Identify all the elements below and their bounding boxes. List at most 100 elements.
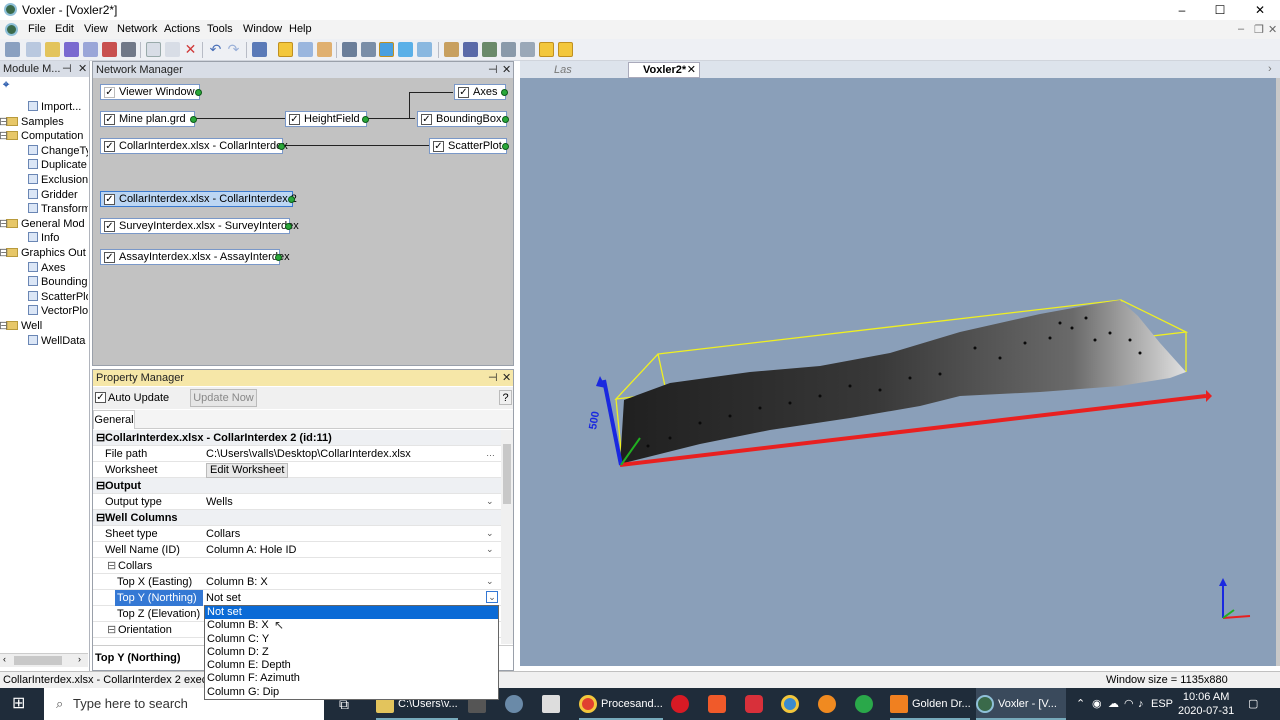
taskbar-voxler[interactable]: Voxler - [V...: [976, 688, 1066, 720]
tree-item[interactable]: Gridder: [0, 188, 88, 203]
menu-view[interactable]: View: [84, 23, 108, 35]
node-axes[interactable]: ✓ Axes: [454, 84, 508, 100]
mdi-close-icon[interactable]: ✕: [1268, 23, 1277, 36]
opera-icon[interactable]: [671, 688, 691, 720]
expand-icon[interactable]: ⊟: [0, 217, 8, 232]
node-assayinterdex[interactable]: ✓ AssayInterdex.xlsx - AssayInterdex: [100, 249, 290, 265]
dropdown-option[interactable]: Column C: Y: [205, 633, 498, 646]
view-side-icon[interactable]: [417, 42, 432, 57]
highlight-icon[interactable]: [539, 42, 554, 57]
mdi-restore-icon[interactable]: ❐: [1254, 23, 1264, 36]
tray-chevron-icon[interactable]: ⌃: [1076, 688, 1088, 720]
clock[interactable]: 10:06 AM 2020-07-31: [1178, 688, 1234, 720]
tray-app-icon[interactable]: ◉: [1092, 688, 1106, 720]
top-x-select[interactable]: Column B: X: [206, 574, 268, 590]
undo-icon[interactable]: ↶: [208, 42, 223, 57]
sheet-type-select[interactable]: Collars: [206, 526, 240, 542]
view-top-icon[interactable]: [379, 42, 394, 57]
taskbar-chrome[interactable]: Procesand...: [579, 688, 663, 720]
minimize-button[interactable]: –: [1162, 0, 1202, 20]
tree-item[interactable]: Axes: [0, 261, 88, 276]
tree-item[interactable]: VectorPlot: [0, 304, 88, 319]
scroll-right-icon[interactable]: ›: [78, 654, 81, 664]
node-surveyinterdex[interactable]: ✓ SurveyInterdex.xlsx - SurveyInterdex: [100, 218, 299, 234]
top-y-dropdown-list[interactable]: Not set Column B: X Column C: Y Column D…: [204, 605, 499, 700]
close-button[interactable]: ✕: [1240, 0, 1280, 20]
new-icon[interactable]: [26, 42, 41, 57]
panel-close-icon[interactable]: ✕: [78, 61, 87, 77]
tree-item[interactable]: Import...: [0, 100, 88, 115]
node-port-icon[interactable]: [502, 143, 509, 150]
save-icon[interactable]: [64, 42, 79, 57]
pin-icon[interactable]: ⊣: [488, 62, 498, 78]
info-tool-icon[interactable]: [558, 42, 573, 57]
tree-item[interactable]: WellData: [0, 334, 88, 349]
node-checkbox[interactable]: ✓: [104, 221, 115, 232]
rotate-icon[interactable]: [278, 42, 293, 57]
print-icon[interactable]: [121, 42, 136, 57]
photos-icon[interactable]: [542, 688, 562, 720]
dropdown-option[interactable]: Column B: X: [205, 619, 498, 632]
top-y-select[interactable]: Not set: [206, 590, 241, 606]
start-windows-icon[interactable]: ⊞: [12, 688, 32, 720]
delete-icon[interactable]: ✕: [183, 42, 198, 57]
tab-general[interactable]: General: [93, 410, 135, 429]
dropdown-option[interactable]: Not set: [205, 606, 498, 620]
node-port-icon[interactable]: [288, 196, 295, 203]
mdi-minimize-icon[interactable]: –: [1238, 23, 1244, 35]
node-scatterplot[interactable]: ✓ ScatterPlot: [429, 138, 509, 154]
node-mine-plan[interactable]: ✓ Mine plan.grd: [100, 111, 197, 127]
menu-help[interactable]: Help: [289, 23, 312, 35]
menu-tools[interactable]: Tools: [207, 23, 233, 35]
open-icon[interactable]: [45, 42, 60, 57]
expand-icon[interactable]: ⊟: [0, 115, 8, 130]
tree-item[interactable]: ⊟ Graphics Out: [0, 246, 88, 261]
chrome-beta-icon[interactable]: [781, 688, 801, 720]
pan-icon[interactable]: [317, 42, 332, 57]
dropdown-option[interactable]: Column D: Z: [205, 646, 498, 659]
fit-view-icon[interactable]: [342, 42, 357, 57]
tab-scroll-icon[interactable]: ›: [1268, 63, 1272, 75]
dropdown-option[interactable]: Column F: Azimuth: [205, 672, 498, 685]
tree-item[interactable]: ⊟ General Mod: [0, 217, 88, 232]
expand-icon[interactable]: ⊟: [0, 129, 8, 144]
node-checkbox[interactable]: ✓: [433, 141, 444, 152]
tree-item[interactable]: Transform: [0, 202, 88, 217]
tree-item[interactable]: ChangeTy: [0, 144, 88, 159]
module-icon[interactable]: [444, 42, 459, 57]
tree-item[interactable]: ScatterPlo: [0, 290, 88, 305]
settings-app-icon[interactable]: [505, 688, 525, 720]
pin-icon[interactable]: ⊣: [488, 370, 498, 386]
app-green-icon[interactable]: [855, 688, 875, 720]
output-type-select[interactable]: Wells: [206, 494, 233, 510]
dropdown-option[interactable]: Column G: Dip: [205, 686, 498, 699]
wifi-icon[interactable]: ◠: [1124, 688, 1138, 720]
chevron-down-icon[interactable]: ⌄: [486, 545, 495, 554]
node-port-icon[interactable]: [362, 116, 369, 123]
add-module-icon[interactable]: ⌖: [3, 79, 9, 92]
node-checkbox[interactable]: ✓: [104, 252, 115, 263]
node-port-icon[interactable]: [501, 89, 508, 96]
module-horizontal-scrollbar[interactable]: ‹ ›: [0, 653, 88, 667]
capture-icon[interactable]: [482, 42, 497, 57]
node-checkbox[interactable]: ✓: [104, 114, 115, 125]
node-port-icon[interactable]: [190, 116, 197, 123]
brave-icon[interactable]: [708, 688, 728, 720]
file-path-value[interactable]: C:\Users\valls\Desktop\CollarInterdex.xl…: [206, 446, 411, 462]
tree-item[interactable]: ⊟ Computation: [0, 129, 88, 144]
export-icon[interactable]: [102, 42, 117, 57]
browse-icon[interactable]: …: [486, 449, 495, 458]
network-icon[interactable]: [463, 42, 478, 57]
expand-icon[interactable]: ⊟: [0, 319, 8, 334]
cloud-icon[interactable]: ☁: [1108, 688, 1122, 720]
save-as-icon[interactable]: [83, 42, 98, 57]
edit-worksheet-button[interactable]: Edit Worksheet: [206, 463, 289, 478]
maximize-button[interactable]: ☐: [1200, 0, 1240, 20]
node-checkbox[interactable]: ✓: [104, 194, 115, 205]
node-checkbox[interactable]: ✓: [289, 114, 300, 125]
node-boundingbox[interactable]: ✓ BoundingBox: [417, 111, 509, 127]
paste-icon[interactable]: [165, 42, 180, 57]
home-view-icon[interactable]: [361, 42, 376, 57]
node-port-icon[interactable]: [502, 116, 509, 123]
tab-las-animas[interactable]: Las Animas.voxb*: [534, 62, 626, 92]
